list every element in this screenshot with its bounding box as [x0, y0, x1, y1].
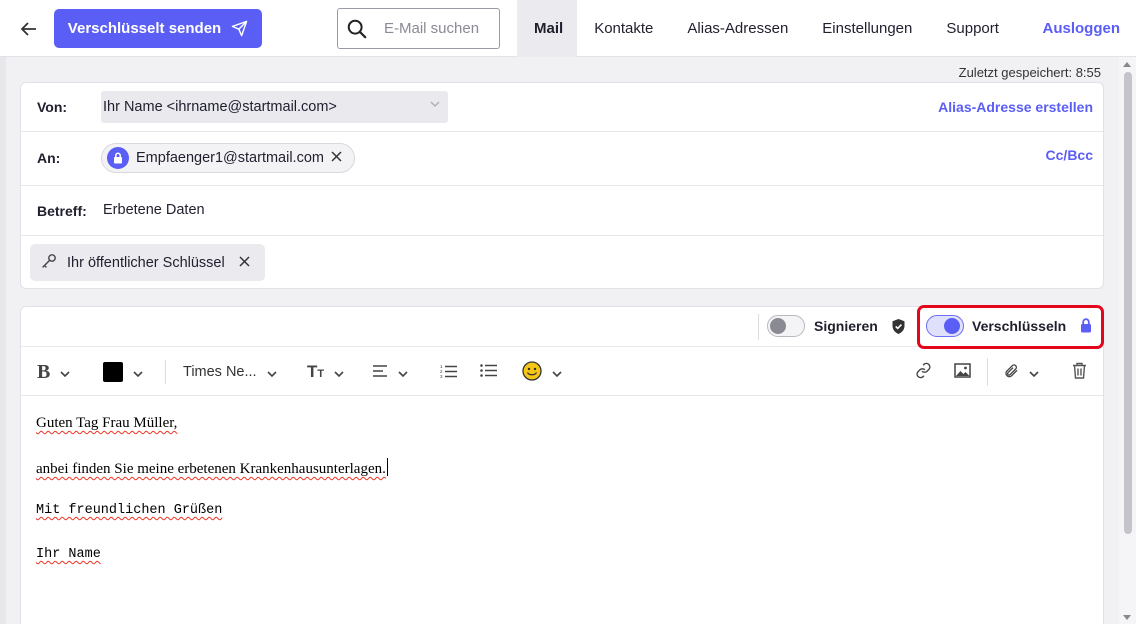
- search-input[interactable]: [384, 20, 494, 37]
- chevron-down-icon: [552, 364, 562, 380]
- chevron-down-icon: [267, 364, 277, 380]
- key-icon: [41, 253, 57, 273]
- scroll-down-icon[interactable]: [1123, 615, 1131, 620]
- top-bar: Verschlüsselt senden Mail Kontakte Alias…: [0, 0, 1136, 57]
- color-swatch: [103, 362, 123, 382]
- bullet-list-button[interactable]: [480, 360, 497, 384]
- scrollbar[interactable]: [1119, 57, 1136, 624]
- attach-button[interactable]: [1003, 360, 1039, 384]
- link-icon: [915, 362, 932, 382]
- bold-icon: B: [37, 360, 51, 383]
- main-nav: Mail Kontakte Alias-Adressen Einstellung…: [517, 0, 1016, 57]
- bold-button[interactable]: B: [37, 360, 70, 384]
- subject-label: Betreff:: [37, 203, 87, 219]
- nav-alias-addresses[interactable]: Alias-Adressen: [670, 0, 805, 57]
- divider: [758, 314, 759, 340]
- ordered-list-icon: 123: [440, 364, 458, 381]
- message-header: Von: Ihr Name <ihrname@startmail.com> Al…: [20, 82, 1104, 289]
- chevron-down-icon: [133, 364, 143, 380]
- search-icon[interactable]: [338, 18, 376, 40]
- trash-icon: [1072, 362, 1087, 382]
- font-size-button[interactable]: TT: [307, 360, 344, 384]
- back-arrow-icon[interactable]: [18, 18, 40, 40]
- nav-support[interactable]: Support: [929, 0, 1016, 57]
- font-size-icon: TT: [307, 362, 325, 381]
- text-color-button[interactable]: [103, 360, 143, 384]
- logout-link[interactable]: Ausloggen: [1043, 0, 1121, 57]
- align-left-icon: [372, 364, 388, 380]
- recipient-chip[interactable]: Empfaenger1@startmail.com: [101, 143, 355, 173]
- bullet-list-icon: [480, 364, 497, 380]
- public-key-attachment[interactable]: Ihr öffentlicher Schlüssel: [30, 244, 265, 281]
- body-closing: Mit freundlichen Grüßen: [36, 503, 223, 518]
- insert-link-button[interactable]: [915, 360, 932, 384]
- scrollbar-thumb[interactable]: [1124, 72, 1132, 534]
- nav-contacts[interactable]: Kontakte: [577, 0, 670, 57]
- sign-toggle[interactable]: [767, 315, 805, 337]
- body-line-1: anbei finden Sie meine erbetenen Kranken…: [36, 458, 388, 478]
- search-box[interactable]: [337, 8, 500, 49]
- text-cursor: [386, 458, 388, 476]
- body-signature: Ihr Name: [36, 547, 101, 562]
- chevron-down-icon: [60, 364, 70, 380]
- nav-settings[interactable]: Einstellungen: [805, 0, 929, 57]
- divider: [165, 360, 166, 384]
- encrypt-highlight-frame: [917, 305, 1104, 349]
- cc-bcc-link[interactable]: Cc/Bcc: [1046, 147, 1093, 163]
- ordered-list-button[interactable]: 123: [440, 360, 458, 384]
- attachment-row: Ihr öffentlicher Schlüssel: [21, 236, 1103, 290]
- align-button[interactable]: [372, 360, 408, 384]
- from-value: Ihr Name <ihrname@startmail.com>: [103, 99, 337, 115]
- lock-icon: [107, 147, 129, 169]
- remove-recipient-icon[interactable]: [331, 150, 342, 166]
- chevron-down-icon: [398, 364, 408, 380]
- emoji-button[interactable]: [522, 360, 562, 384]
- to-row: An: Empfaenger1@startmail.com Cc/Bcc: [21, 132, 1103, 186]
- editor: Signieren Verschlüsseln B Times Ne... TT: [20, 306, 1104, 624]
- scroll-up-icon[interactable]: [1123, 62, 1131, 67]
- shield-check-icon: [891, 318, 906, 338]
- image-icon: [954, 363, 971, 381]
- chevron-down-icon: [430, 99, 440, 111]
- sign-label: Signieren: [814, 318, 878, 334]
- subject-row: Betreff: Erbetene Daten: [21, 186, 1103, 236]
- delete-button[interactable]: [1072, 360, 1087, 384]
- body-greeting: Guten Tag Frau Müller,: [36, 415, 178, 431]
- subject-field[interactable]: Erbetene Daten: [103, 202, 205, 218]
- font-family-select[interactable]: Times Ne...: [183, 360, 277, 384]
- from-label: Von:: [37, 99, 68, 115]
- chevron-down-icon: [1029, 364, 1039, 380]
- to-label: An:: [37, 150, 61, 166]
- remove-key-icon[interactable]: [239, 255, 250, 271]
- last-saved-status: Zuletzt gespeichert: 8:55: [958, 65, 1101, 80]
- send-encrypted-button[interactable]: Verschlüsselt senden: [54, 9, 262, 48]
- send-button-label: Verschlüsselt senden: [67, 20, 222, 37]
- smiley-icon: [522, 360, 542, 384]
- from-select[interactable]: Ihr Name <ihrname@startmail.com>: [101, 91, 448, 123]
- left-edge: [0, 57, 6, 624]
- public-key-label: Ihr öffentlicher Schlüssel: [67, 254, 225, 271]
- create-alias-link[interactable]: Alias-Adresse erstellen: [938, 99, 1093, 115]
- formatting-toolbar: B Times Ne... TT 123: [21, 348, 1103, 396]
- recipient-address: Empfaenger1@startmail.com: [136, 150, 324, 166]
- paper-plane-icon: [231, 20, 248, 37]
- nav-mail[interactable]: Mail: [517, 0, 578, 57]
- paperclip-icon: [1003, 363, 1019, 382]
- chevron-down-icon: [334, 364, 344, 380]
- from-row: Von: Ihr Name <ihrname@startmail.com> Al…: [21, 83, 1103, 132]
- font-name: Times Ne...: [183, 364, 257, 380]
- svg-text:3: 3: [440, 374, 443, 378]
- divider: [987, 358, 988, 386]
- insert-image-button[interactable]: [954, 360, 971, 384]
